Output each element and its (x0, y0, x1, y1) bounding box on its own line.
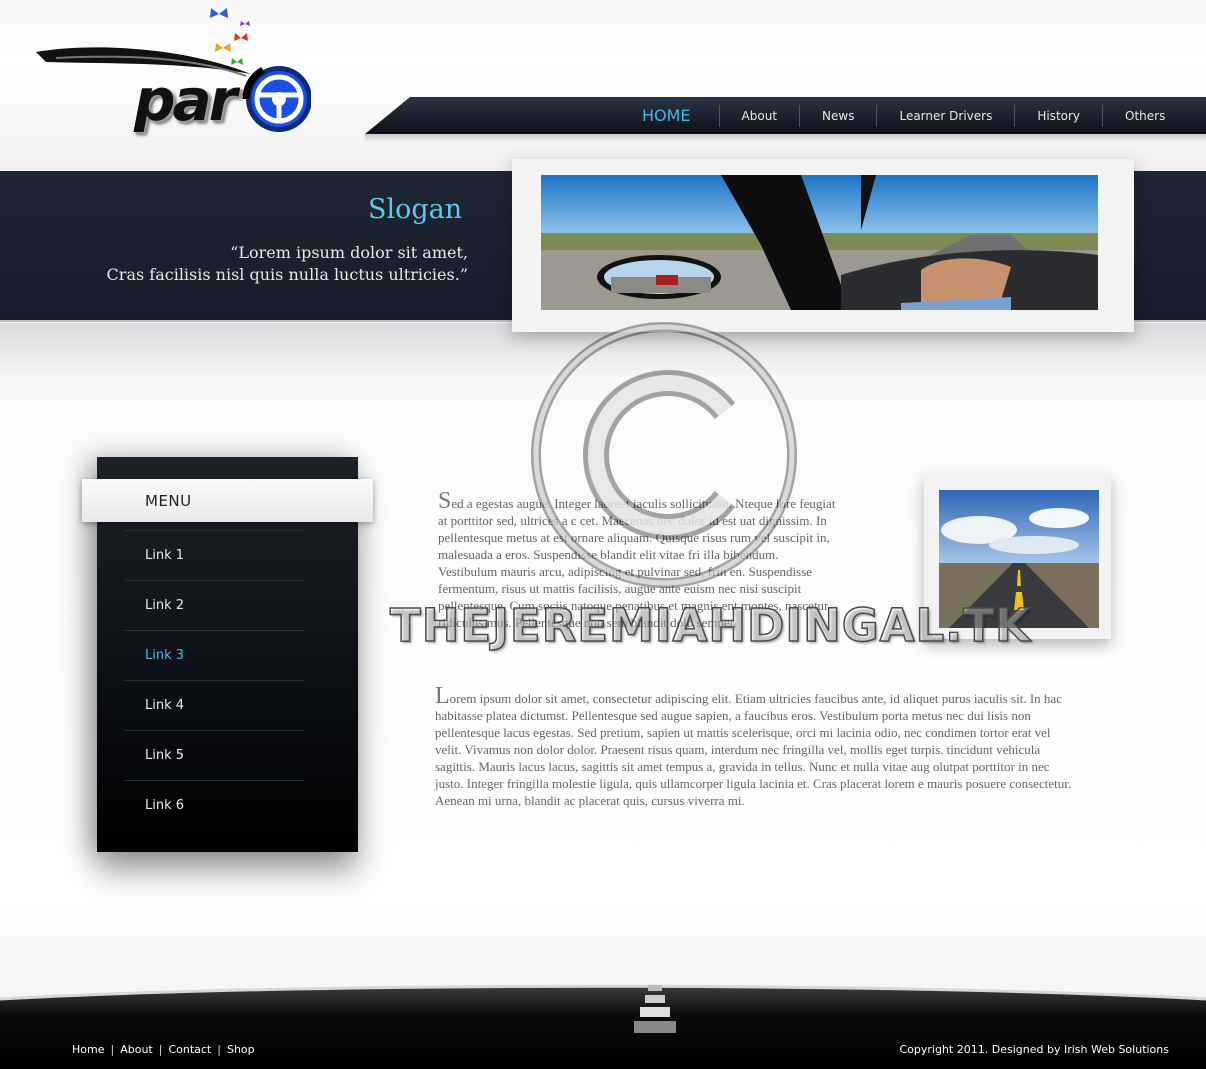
copyright-text: Copyright 2011. Designed by Irish Web So… (899, 1043, 1170, 1056)
sidebar-link-2[interactable]: Link 2 (124, 580, 304, 630)
dropcap-1: S (438, 488, 452, 514)
nav-others[interactable]: Others (1102, 104, 1187, 127)
sidebar-link-6[interactable]: Link 6 (124, 780, 304, 830)
footer-nav: Home | About | Contact | Shop (72, 1043, 255, 1056)
sidebar-menu: Link 1 Link 2 Link 3 Link 4 Link 5 Link … (124, 530, 304, 830)
quote-line-1: “Lorem ipsum dolor sit amet, (230, 243, 468, 262)
watermark-text: THEJEREMIAHDINGAL.TK (389, 598, 1031, 653)
sidebar-link-4[interactable]: Link 4 (124, 680, 304, 730)
dropcap-2: L (435, 683, 450, 709)
logo-text: par (134, 66, 237, 134)
nav-shadow (365, 134, 1206, 142)
nav-about[interactable]: About (718, 104, 799, 127)
sidebar-link-3[interactable]: Link 3 (124, 630, 304, 680)
content-paragraph-2: Lorem ipsum dolor sit amet, consectetur … (435, 684, 1080, 809)
sidebar-link-1[interactable]: Link 1 (124, 530, 304, 580)
footer-link-shop[interactable]: Shop (227, 1043, 255, 1056)
paragraph-2-text: orem ipsum dolor sit amet, consectetur a… (435, 691, 1072, 808)
hero-image-frame (512, 159, 1134, 332)
footer-link-home[interactable]: Home (72, 1043, 104, 1056)
nav-home[interactable]: HOME (620, 105, 719, 127)
slogan-quote: “Lorem ipsum dolor sit amet, Cras facili… (100, 242, 468, 286)
footer-separator: | (217, 1043, 221, 1056)
quote-line-2: Cras facilisis nisl quis nulla luctus ul… (106, 265, 468, 284)
footer-link-contact[interactable]: Contact (168, 1043, 211, 1056)
site-logo[interactable]: par (36, 4, 326, 144)
steering-wheel-icon (242, 66, 311, 132)
main-nav: HOME About News Learner Drivers History … (620, 97, 1187, 134)
nav-news[interactable]: News (799, 104, 876, 127)
hero-car-interior-image (541, 175, 1098, 310)
sidebar-link-5[interactable]: Link 5 (124, 730, 304, 780)
nav-history[interactable]: History (1014, 104, 1102, 127)
menu-title: MENU (82, 479, 373, 522)
footer-separator: | (158, 1043, 163, 1056)
slogan-heading: Slogan (368, 194, 463, 225)
footer-separator: | (110, 1043, 115, 1056)
nav-learner-drivers[interactable]: Learner Drivers (876, 104, 1014, 127)
footer-link-about[interactable]: About (120, 1043, 153, 1056)
